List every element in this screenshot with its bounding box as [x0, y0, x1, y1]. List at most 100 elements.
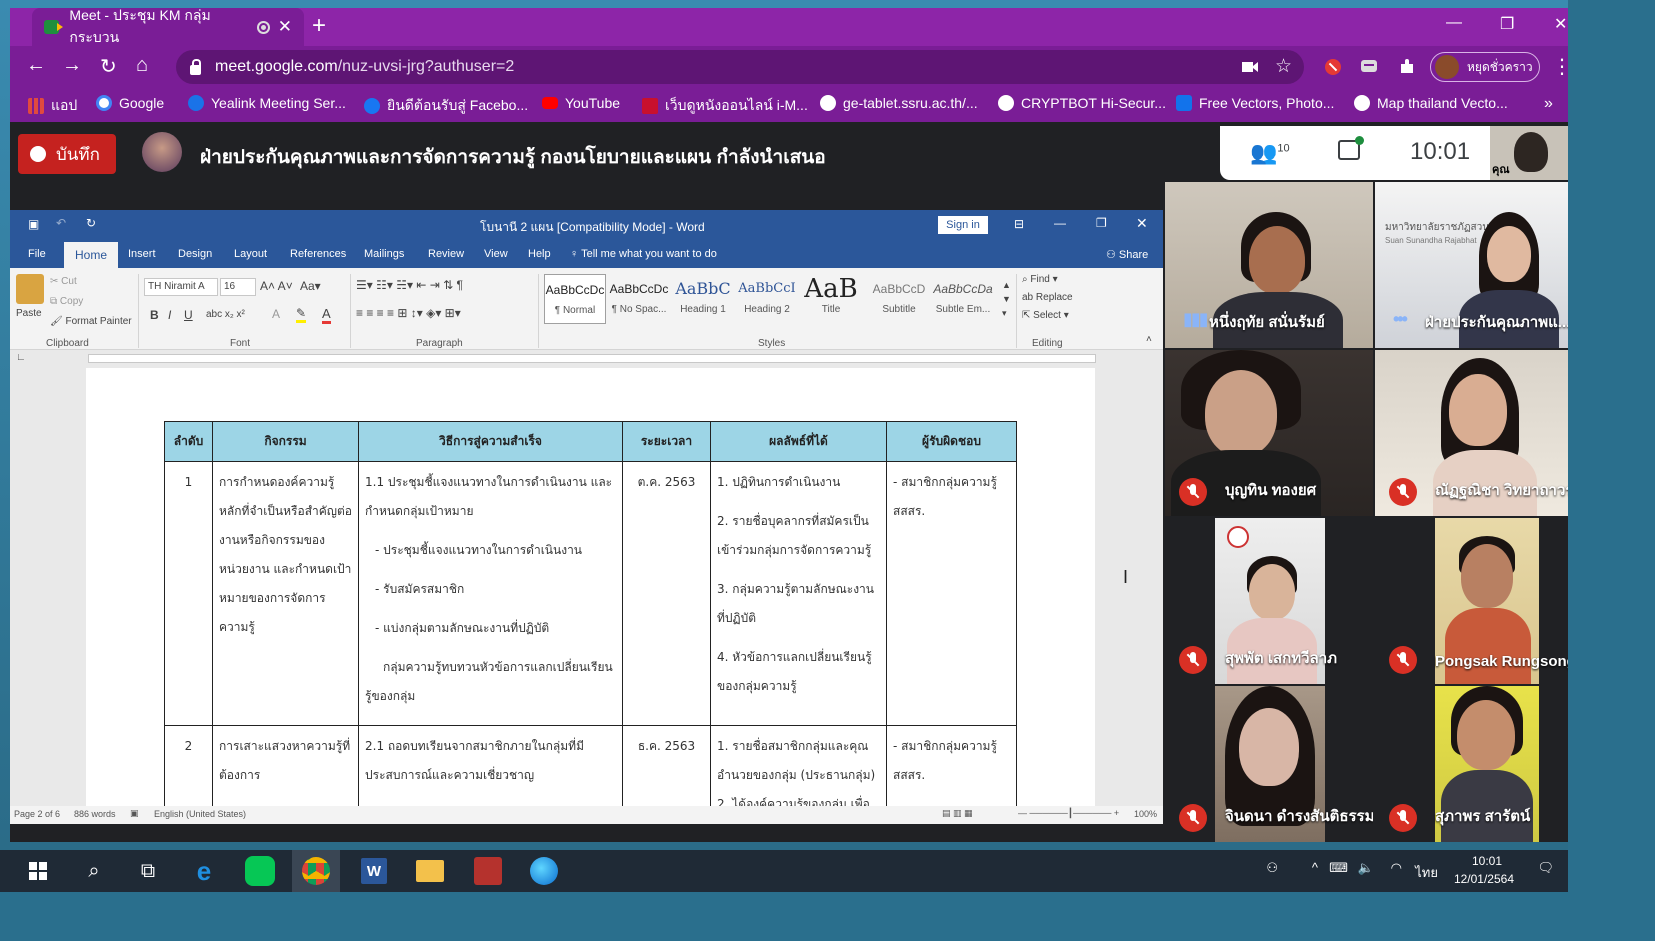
view-buttons-icon[interactable]: ▤ ▥ ▦: [942, 808, 973, 819]
participants-button[interactable]: 👥10: [1250, 140, 1290, 166]
search-icon[interactable]: ⌕: [70, 850, 118, 892]
record-button[interactable]: บันทึก: [18, 134, 116, 174]
participant-tile-6[interactable]: Pongsak Rungsong: [1375, 518, 1568, 684]
bookmark-freepik[interactable]: Free Vectors, Photo...: [1176, 95, 1334, 111]
volume-icon[interactable]: 🔈: [1358, 860, 1374, 876]
game-app-icon[interactable]: [464, 850, 512, 892]
underline-button[interactable]: U: [184, 308, 193, 322]
style-title[interactable]: AaB Title: [800, 274, 862, 324]
tab-file[interactable]: File: [28, 248, 46, 260]
camera-icon[interactable]: [1242, 60, 1258, 74]
tab-insert[interactable]: Insert: [128, 248, 156, 260]
ime-icon[interactable]: ⌨: [1329, 860, 1348, 876]
bookmark-apps[interactable]: แอป: [28, 95, 77, 117]
chat-icon[interactable]: [1338, 136, 1364, 160]
taskbar-clock-time[interactable]: 10:01: [1472, 854, 1502, 868]
self-view-tile[interactable]: คุณ: [1490, 126, 1568, 180]
change-case-icon[interactable]: Aa▾: [300, 279, 321, 293]
show-hidden-icons[interactable]: ^: [1312, 860, 1318, 875]
tab-view[interactable]: View: [484, 248, 508, 260]
chat-extension-icon[interactable]: [1360, 58, 1378, 76]
bookmark-ge-tablet[interactable]: ge-tablet.ssru.ac.th/...: [820, 95, 978, 111]
word-minimize-button[interactable]: —: [1054, 216, 1066, 230]
windows-start-icon[interactable]: [14, 850, 62, 892]
taskbar-clock-date[interactable]: 12/01/2564: [1454, 872, 1514, 886]
browser-menu-icon[interactable]: ⋮: [1552, 54, 1572, 79]
format-painter-button[interactable]: 🖌 Format Painter: [50, 316, 132, 327]
task-view-icon[interactable]: ⧉: [124, 850, 172, 892]
restore-button[interactable]: ❐: [1500, 14, 1514, 34]
list-buttons-icon[interactable]: ☰▾ ☷▾ ☵▾ ⇤ ⇥ ⇅ ¶: [356, 278, 463, 292]
replace-button[interactable]: ab Replace: [1022, 292, 1073, 303]
tab-design[interactable]: Design: [178, 248, 212, 260]
word-close-button[interactable]: ✕: [1136, 215, 1148, 232]
style-normal[interactable]: AaBbCcDc ¶ Normal: [544, 274, 606, 324]
wifi-icon[interactable]: ◠: [1391, 860, 1402, 876]
bookmarks-overflow-button[interactable]: »: [1544, 95, 1553, 113]
font-size-select[interactable]: 16: [220, 278, 256, 296]
document-page[interactable]: ลำดับ กิจกรรม วิธีการสู่ความสำเร็จ ระยะเ…: [86, 368, 1095, 806]
participant-tile-8[interactable]: สุภาพร สารัตน์: [1375, 686, 1568, 842]
file-explorer-icon[interactable]: [406, 850, 454, 892]
word-restore-button[interactable]: ❐: [1096, 216, 1107, 230]
page-count[interactable]: Page 2 of 6: [14, 809, 60, 819]
style-heading-2[interactable]: AaBbCcI Heading 2: [736, 274, 798, 324]
share-button[interactable]: ⚇ Share: [1106, 248, 1148, 261]
participant-tile-2[interactable]: มหาวิทยาลัยราชภัฏสวนสุนันทา Suan Sunandh…: [1375, 182, 1568, 348]
bookmark-google[interactable]: Google: [96, 95, 164, 111]
close-window-button[interactable]: ✕: [1554, 14, 1567, 34]
highlight-icon[interactable]: ✎: [296, 306, 307, 323]
save-icon[interactable]: ▣: [28, 217, 39, 231]
bookmark-youtube[interactable]: YouTube: [542, 95, 620, 111]
paste-icon[interactable]: [16, 274, 44, 304]
select-button[interactable]: ⇱ Select ▾: [1022, 310, 1069, 321]
chrome-icon[interactable]: [292, 850, 340, 892]
tab-mailings[interactable]: Mailings: [364, 248, 404, 260]
profile-button[interactable]: หยุดชั่วคราว: [1430, 52, 1540, 82]
style-no-spacing[interactable]: AaBbCcDc ¶ No Spac...: [608, 274, 670, 324]
sign-in-button[interactable]: Sign in: [938, 216, 988, 234]
bold-button[interactable]: B: [150, 308, 159, 322]
home-icon[interactable]: ⌂: [136, 54, 148, 77]
copy-button[interactable]: ⧉ Copy: [50, 296, 83, 307]
bookmark-yealink[interactable]: Yealink Meeting Ser...: [188, 95, 346, 111]
ribbon-display-icon[interactable]: ⊟: [1014, 217, 1024, 231]
tab-stop-selector-icon[interactable]: ∟: [16, 352, 26, 363]
tell-me-search[interactable]: ♀ Tell me what you want to do: [570, 248, 717, 260]
find-button[interactable]: ⌕ Find ▾: [1022, 274, 1058, 285]
notifications-icon[interactable]: 🗨: [1537, 860, 1554, 876]
tab-layout[interactable]: Layout: [234, 248, 267, 260]
grow-font-icon[interactable]: A˄ A˅: [260, 279, 293, 293]
forward-arrow-icon[interactable]: →: [62, 54, 82, 77]
new-tab-button[interactable]: +: [312, 12, 326, 40]
block-extension-icon[interactable]: [1324, 58, 1342, 76]
line-app-icon[interactable]: [236, 850, 284, 892]
bookmark-map-thailand[interactable]: Map thailand Vecto...: [1354, 95, 1508, 111]
participant-tile-4[interactable]: ณัฏฐณิชา วิทยาถาวร: [1375, 350, 1568, 516]
bookmark-facebook[interactable]: ยินดีต้อนรับสู่ Facebo...: [364, 95, 528, 117]
zoom-slider[interactable]: — ──────┃────── +: [1018, 808, 1119, 819]
style-subtle-emphasis[interactable]: AaBbCcDa Subtle Em...: [932, 274, 994, 324]
zoom-level[interactable]: 100%: [1134, 809, 1157, 819]
browser-tab-meet[interactable]: Meet - ประชุม KM กลุ่ม กระบวน ✕: [32, 7, 304, 46]
bookmark-movie-site[interactable]: เว็บดูหนังออนไลน์ i-M...: [642, 95, 808, 117]
edge-icon[interactable]: [520, 850, 568, 892]
participant-tile-5[interactable]: สุพพัต เสกทวีลาภ: [1165, 518, 1373, 684]
tab-close-button[interactable]: ✕: [278, 17, 292, 37]
tab-review[interactable]: Review: [428, 248, 464, 260]
style-heading-1[interactable]: AaBbC Heading 1: [672, 274, 734, 324]
address-bar[interactable]: meet.google.com /nuz-uvsi-jrg?authuser=2…: [176, 50, 1304, 84]
strikethrough-subscript-icons[interactable]: abc x₂ x²: [206, 309, 245, 320]
bookmark-star-icon[interactable]: ☆: [1275, 55, 1292, 78]
cut-button[interactable]: ✂ Cut: [50, 276, 77, 287]
participant-tile-3[interactable]: บุญทิน ทองยศ: [1165, 350, 1373, 516]
italic-button[interactable]: I: [168, 308, 171, 322]
word-count[interactable]: 886 words: [74, 809, 116, 819]
text-effects-icon[interactable]: A: [272, 307, 280, 321]
participant-tile-7[interactable]: จินดนา ดำรงสันติธรรม: [1165, 686, 1373, 842]
styles-scroll-icon[interactable]: ▲ ▼ ▾: [1002, 278, 1011, 320]
paste-button[interactable]: Paste: [16, 308, 42, 319]
tab-home[interactable]: Home: [64, 242, 118, 268]
minimize-button[interactable]: —: [1446, 14, 1462, 32]
participant-tile-1[interactable]: ▮▮▮ หนึ่งฤทัย สนั่นรัมย์: [1165, 182, 1373, 348]
